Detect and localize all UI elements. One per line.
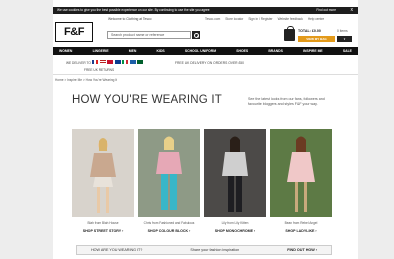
flag-icon[interactable] [107,60,113,64]
share-question: HOW ARE YOU WEARING IT? [91,248,143,252]
we-deliver-to-label: WE DELIVER TO [66,61,91,65]
look-image [270,129,332,217]
cookie-find-out-more-link[interactable]: Find out more [316,7,336,14]
share-banner: HOW ARE YOU WEARING IT? Share your fashi… [76,245,332,255]
nav-item-brands[interactable]: BRANDS [268,49,283,53]
look-photo-monochrome[interactable] [204,129,266,217]
cookie-close-button[interactable]: x [351,7,354,14]
free-returns-link[interactable]: FREE UK RETURNS [84,68,114,72]
uk-delivery-link[interactable]: FREE UK DELIVERY ON ORDERS OVER £50 [175,61,244,65]
share-text: Share your fashion inspiration [190,248,240,252]
flag-icon[interactable] [99,60,106,64]
search-icon[interactable] [192,31,200,39]
find-out-how-link[interactable]: FIND OUT HOW › [287,248,317,252]
flag-icon[interactable] [137,60,143,64]
divider [53,74,358,75]
top-link-help[interactable]: Help centre [308,17,324,21]
flag-icon[interactable] [92,60,98,64]
look-image [204,129,266,217]
intro-text: See the latest looks from our fans, foll… [248,97,325,107]
look-caption: Chris from Fashioned and Fabulous [143,221,195,225]
nav-item-lingerie[interactable]: LINGERIE [93,49,109,53]
look-image [72,129,134,217]
top-link-tesco[interactable]: Tesco.com [205,17,220,21]
cookie-text: We use cookies to give you the best poss… [57,8,210,12]
shop-monochrome-link[interactable]: SHOP MONOCHROME › [204,229,266,233]
page-title: HOW YOU'RE WEARING IT [72,94,222,106]
welcome-text: Welcome to Clothing at Tesco [108,17,152,21]
top-link-store-locator[interactable]: Store locator [225,17,243,21]
look-image [138,129,200,217]
nav-item-school-uniform[interactable]: SCHOOL UNIFORM [185,49,216,53]
cookie-banner: We use cookies to give you the best poss… [53,7,358,14]
bag-item-count: 0 items [337,29,348,33]
flag-icon[interactable] [114,60,121,64]
look-photo-colour-block[interactable] [138,129,200,217]
ff-logo[interactable]: F&F [55,22,93,42]
look-caption: Bean from Rebel Angel [284,221,318,225]
view-bag-button[interactable]: VIEW MY BAG [298,36,335,42]
top-link-feedback[interactable]: Website feedback [278,17,303,21]
shopping-bag-icon[interactable] [284,26,295,41]
nav-item-kids[interactable]: KIDS [157,49,165,53]
nav-item-men[interactable]: MEN [129,49,137,53]
flag-icon[interactable] [122,60,128,64]
main-nav: WOMEN LINGERIE MEN KIDS SCHOOL UNIFORM S… [53,47,358,55]
look-photo-street-story[interactable] [72,129,134,217]
nav-item-shoes[interactable]: SHOES [236,49,248,53]
nav-item-inspire-me[interactable]: INSPIRE ME [303,49,323,53]
shop-colour-block-link[interactable]: SHOP COLOUR BLOCK › [138,229,200,233]
bag-dropdown-button[interactable]: ▾ [337,36,352,42]
look-caption: Lily from Lily Kitten [221,221,249,225]
shop-street-story-link[interactable]: SHOP STREET STORY › [72,229,134,233]
nav-item-sale[interactable]: SALE [343,49,352,53]
shop-ladylike-link[interactable]: SHOP LADYLIKE › [270,229,332,233]
breadcrumb[interactable]: Home > Inspire Me > How You're Wearing I… [55,78,117,82]
search-input[interactable]: Search product name or reference [107,31,191,39]
look-photo-ladylike[interactable] [270,129,332,217]
country-flags [92,60,143,64]
logo-text: F&F [64,26,84,38]
bag-total: TOTAL: £0.00 [298,29,321,33]
look-caption: Blah from Blah House [87,221,119,225]
flag-icon[interactable] [129,60,136,64]
top-links: Tesco.com Store locator Sign in / Regist… [205,17,324,21]
top-link-sign-in[interactable]: Sign in / Register [248,17,272,21]
nav-item-women[interactable]: WOMEN [59,49,72,53]
